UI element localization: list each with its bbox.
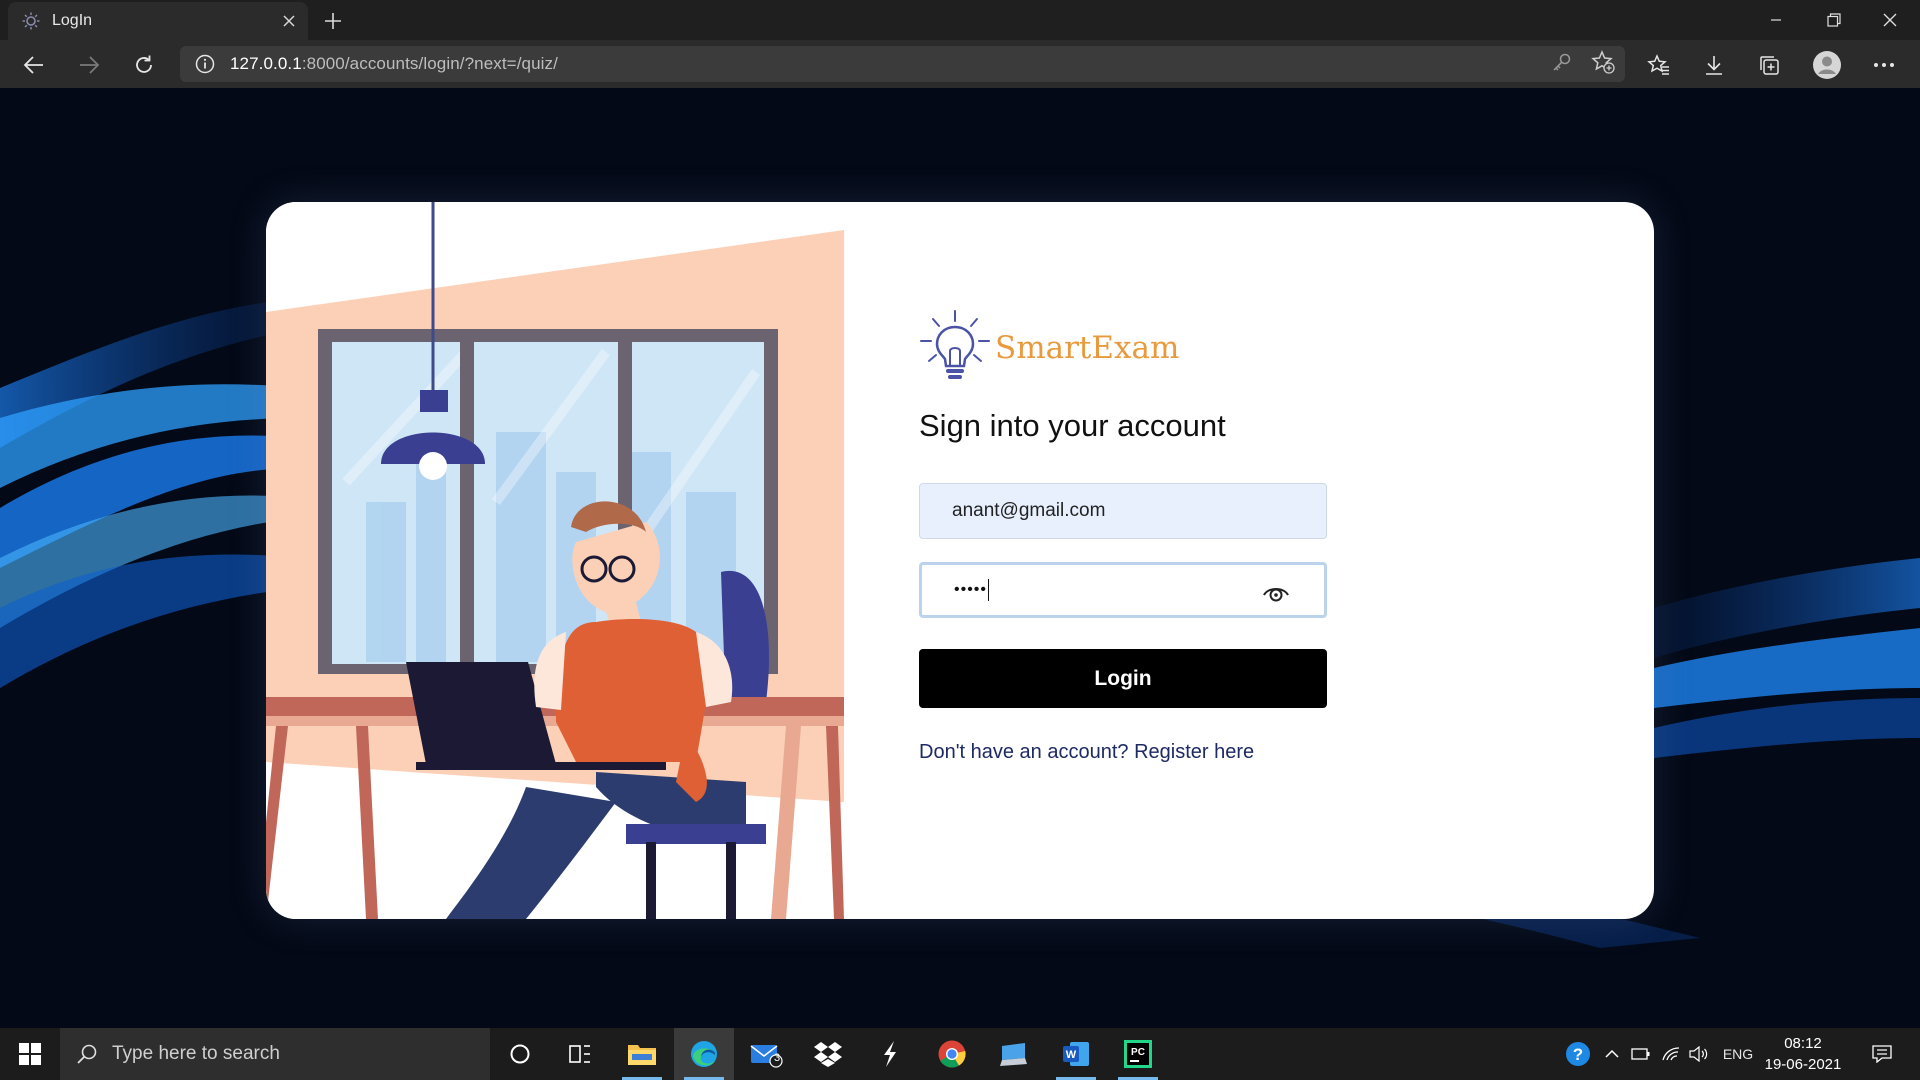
brand-logo: SmartExam [919, 309, 1179, 383]
edge-browser-icon[interactable] [674, 1028, 734, 1080]
login-button[interactable]: Login [919, 649, 1327, 708]
svg-text:PC: PC [1131, 1047, 1145, 1058]
forward-arrow-icon[interactable] [72, 48, 106, 82]
restore-window-button[interactable] [1806, 0, 1862, 40]
language-indicator[interactable]: ENG [1716, 1028, 1760, 1080]
page-background: SmartExam Sign into your account anant@g… [0, 88, 1920, 1028]
back-arrow-icon[interactable] [17, 48, 51, 82]
word-icon[interactable]: W [1046, 1028, 1106, 1080]
mail-icon[interactable]: 3 [736, 1028, 796, 1080]
clock-time: 08:12 [1784, 1035, 1822, 1052]
help-icon[interactable]: ? [1560, 1028, 1596, 1080]
show-hidden-icons-chevron-up-icon[interactable] [1600, 1028, 1624, 1080]
cortana-icon[interactable] [490, 1028, 550, 1080]
email-field[interactable]: anant@gmail.com [919, 483, 1327, 539]
search-placeholder: Type here to search [112, 1043, 280, 1064]
tab-close-icon[interactable] [278, 10, 300, 32]
download-icon[interactable] [1697, 48, 1731, 82]
browser-toolbar: 127.0.0.1:8000/accounts/login/?next=/qui… [0, 40, 1920, 88]
windows-taskbar: Type here to search 3 W PC ? ENG 08:12 1… [0, 1028, 1920, 1080]
search-icon [77, 1044, 97, 1064]
clock-date: 19-06-2021 [1764, 1056, 1842, 1073]
svg-text:?: ? [1573, 1045, 1583, 1064]
remote-desktop-icon[interactable] [984, 1028, 1044, 1080]
profile-avatar-icon[interactable] [1810, 48, 1844, 82]
taskbar-search-box[interactable]: Type here to search [60, 1028, 490, 1080]
wifi-icon[interactable] [1658, 1028, 1684, 1080]
dropbox-icon[interactable] [798, 1028, 858, 1080]
volume-icon[interactable] [1686, 1028, 1712, 1080]
file-explorer-icon[interactable] [612, 1028, 672, 1080]
lightbulb-logo-icon [920, 310, 990, 379]
login-card: SmartExam Sign into your account anant@g… [266, 202, 1654, 919]
login-form: SmartExam Sign into your account anant@g… [919, 202, 1619, 919]
password-value: ••••• [954, 581, 988, 598]
pycharm-icon[interactable]: PC [1108, 1028, 1168, 1080]
more-options-icon[interactable] [1867, 48, 1901, 82]
url-text: 127.0.0.1:8000/accounts/login/?next=/qui… [230, 54, 558, 73]
sun-favicon-icon [22, 12, 40, 30]
battery-icon[interactable] [1628, 1028, 1654, 1080]
tab-title: LogIn [52, 12, 93, 29]
page-title: Sign into your account [919, 408, 1226, 443]
brand-name: SmartExam [995, 330, 1180, 366]
svg-text:W: W [1066, 1049, 1077, 1061]
new-tab-button[interactable] [318, 6, 348, 36]
collections-icon[interactable] [1752, 48, 1786, 82]
taskbar-clock[interactable]: 08:12 19-06-2021 [1758, 1033, 1848, 1075]
task-view-icon[interactable] [550, 1028, 610, 1080]
minimize-window-button[interactable] [1748, 0, 1804, 40]
chrome-icon[interactable] [922, 1028, 982, 1080]
add-favorite-star-icon[interactable] [1591, 49, 1615, 79]
mail-badge: 3 [774, 1052, 781, 1064]
favorites-icon[interactable] [1642, 48, 1676, 82]
show-password-eye-icon[interactable] [1262, 583, 1290, 603]
address-bar[interactable]: 127.0.0.1:8000/accounts/login/?next=/qui… [180, 46, 1625, 82]
text-caret [988, 579, 990, 601]
lightning-app-icon[interactable] [860, 1028, 920, 1080]
windows-start-icon[interactable] [0, 1028, 60, 1080]
key-icon[interactable] [1551, 51, 1573, 78]
site-info-icon[interactable] [194, 53, 216, 75]
notifications-icon[interactable] [1862, 1028, 1902, 1080]
password-field[interactable]: ••••• [919, 562, 1327, 618]
person-at-desk-illustration [266, 202, 844, 919]
close-window-button[interactable] [1862, 0, 1918, 40]
email-value: anant@gmail.com [952, 500, 1106, 521]
browser-tab-strip: LogIn [0, 0, 1920, 40]
browser-tab[interactable]: LogIn [8, 2, 308, 40]
refresh-icon[interactable] [127, 48, 161, 82]
register-link[interactable]: Don't have an account? Register here [919, 741, 1254, 764]
